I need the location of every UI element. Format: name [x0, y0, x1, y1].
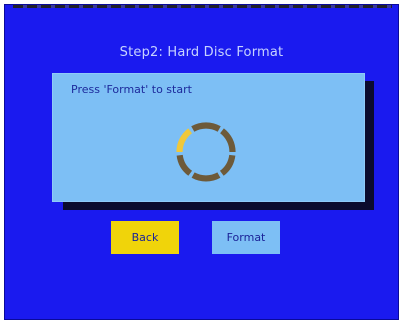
format-screen: Step2: Hard Disc Format Press 'Format' t… — [4, 4, 399, 320]
instruction-text: Press 'Format' to start — [71, 83, 192, 96]
format-panel: Press 'Format' to start — [52, 73, 365, 202]
progress-segment — [191, 122, 221, 132]
page-title: Step2: Hard Disc Format — [119, 45, 284, 60]
progress-segment — [219, 128, 236, 153]
progress-segment — [191, 172, 221, 182]
top-border-strip — [13, 5, 392, 8]
back-button[interactable]: Back — [111, 221, 179, 254]
format-button[interactable]: Format — [212, 221, 280, 254]
progress-ring-icon — [176, 122, 236, 182]
progress-segment — [176, 154, 193, 176]
progress-segment-active — [176, 128, 193, 153]
progress-segment — [219, 154, 236, 176]
